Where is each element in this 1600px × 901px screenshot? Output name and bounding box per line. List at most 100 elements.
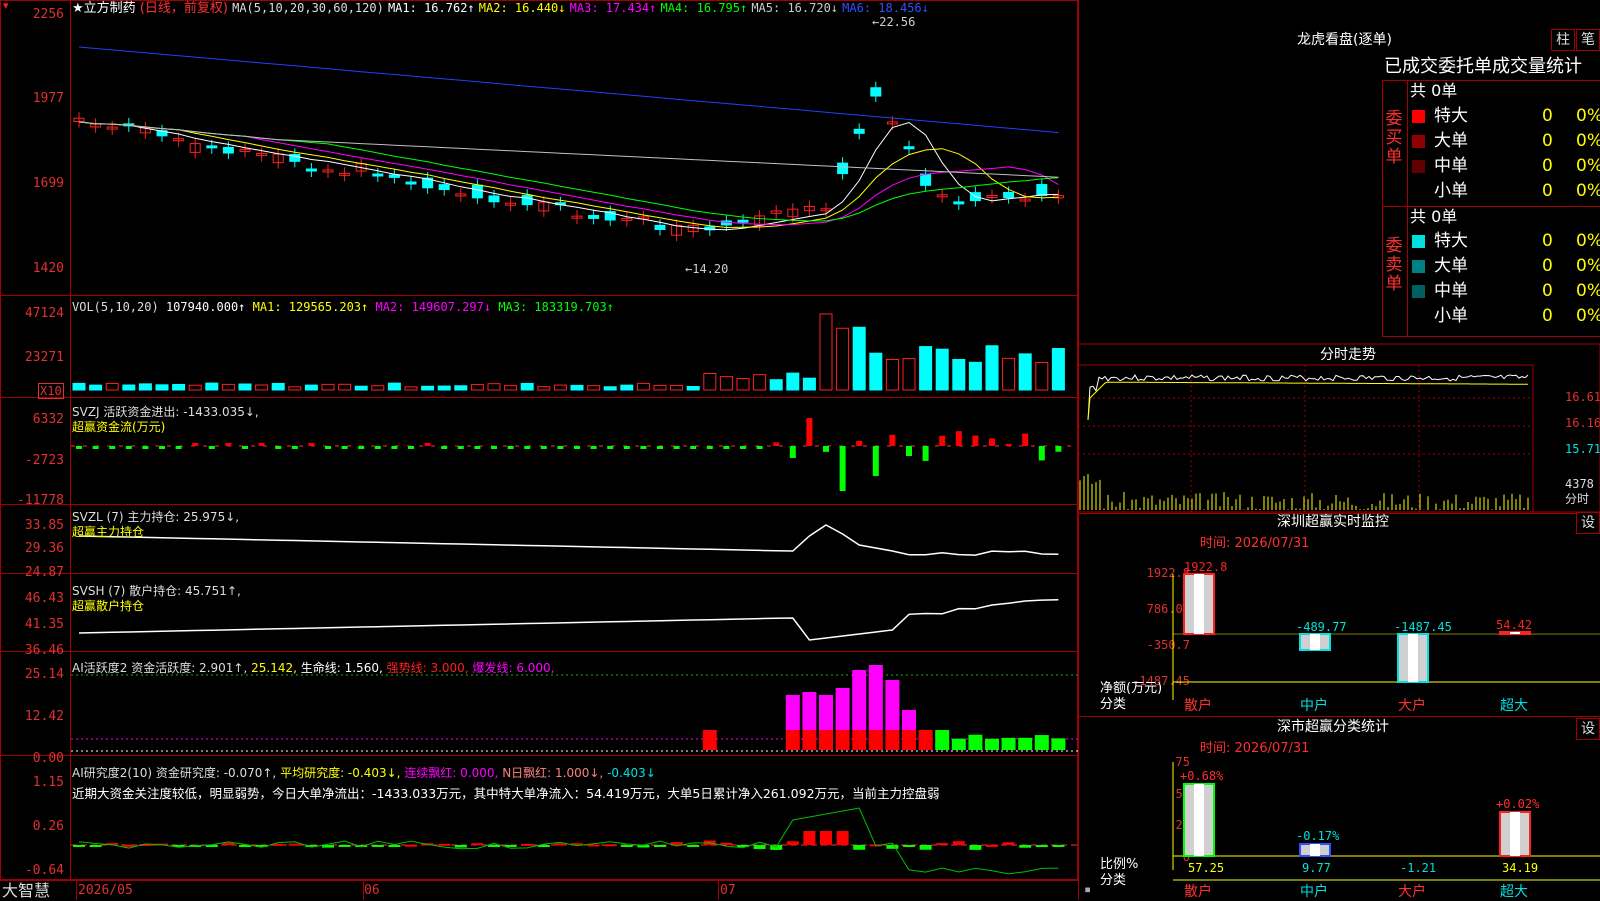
classify-value: 34.19 — [1502, 861, 1538, 875]
monitor-category: 散户 — [1184, 697, 1212, 714]
research-bar — [986, 844, 998, 847]
candle — [654, 224, 666, 230]
svzl-subtitle: 超赢主力持仓 — [72, 525, 145, 539]
volume-bar — [172, 383, 186, 391]
capital-flow-bar — [408, 446, 414, 449]
capital-flow-bar — [208, 446, 215, 449]
vol-value: 107940.000↑ — [165, 300, 246, 314]
minute-plot — [1078, 364, 1534, 513]
classify-category: 大户 — [1398, 883, 1426, 900]
candle — [488, 195, 500, 203]
monitor-value-label: 1922.8 — [1184, 560, 1227, 574]
candle — [737, 219, 749, 223]
capital-flow-bar — [756, 446, 763, 449]
ai1-name: AI活跃度2 资金活跃度: 2.901↑, — [72, 661, 248, 675]
monitor-bar-highlight — [1194, 574, 1204, 634]
research-bar — [488, 845, 500, 847]
volume-bar — [504, 385, 518, 391]
classify-bar-highlight — [1194, 784, 1204, 856]
candle — [438, 184, 450, 191]
y-label: -0.64 — [24, 863, 64, 878]
research-bar — [1019, 845, 1032, 848]
kline-mode[interactable]: (日线，前复权) — [140, 1, 228, 16]
research-bar — [471, 843, 484, 846]
classify-category: 超大 — [1500, 884, 1528, 900]
activity-bar — [968, 734, 983, 750]
capital-flow-bar — [623, 446, 630, 449]
monitor-category: 大户 — [1398, 697, 1426, 714]
research-bar — [1052, 845, 1065, 847]
capital-flow-bar — [275, 446, 282, 449]
volume-bar — [72, 382, 86, 391]
vol-ma3: MA3: 183319.703↑ — [498, 300, 614, 314]
volume-bar — [1051, 347, 1065, 391]
classify-pct-label: -0.17% — [1296, 829, 1340, 843]
ma-line — [78, 121, 1059, 226]
volume-bar — [271, 382, 285, 391]
stock-title[interactable]: ★立方制药 — [72, 1, 136, 16]
minute-frame — [1078, 343, 1600, 513]
volume-bar — [952, 358, 966, 391]
capital-flow-bar — [607, 446, 614, 449]
ma-line — [78, 121, 1059, 229]
candle — [222, 146, 234, 154]
research-bar — [903, 845, 915, 847]
candle — [853, 128, 865, 134]
y-label: 0.26 — [32, 819, 64, 834]
y-label: 12.42 — [24, 709, 64, 724]
research-bar — [73, 845, 85, 847]
monitor-category: 中户 — [1300, 697, 1328, 714]
volume-bar — [985, 345, 999, 391]
research-bar — [587, 844, 600, 847]
activity-bar — [802, 692, 817, 730]
research-bar — [952, 841, 965, 845]
brand-logo[interactable]: 大智慧 — [2, 882, 50, 900]
activity-bar — [702, 730, 717, 750]
research-bar — [753, 845, 766, 850]
activity-bar — [802, 730, 817, 750]
volume-bar — [221, 383, 235, 391]
ma-line — [78, 46, 1059, 134]
y-label: -11778 — [17, 493, 64, 508]
research-bar — [288, 843, 301, 846]
classify-bar-highlight — [1310, 844, 1320, 856]
research-bar — [820, 831, 832, 845]
volume-bar — [238, 383, 252, 391]
volume-bar — [703, 372, 717, 391]
monitor-bar-highlight — [1510, 632, 1520, 634]
candle — [920, 173, 932, 186]
y-label: -2723 — [24, 453, 64, 468]
svzl-title: SVZL (7) 主力持仓: 25.975↓, — [72, 510, 240, 524]
capital-flow-bar — [76, 446, 82, 449]
activity-bar — [835, 688, 850, 730]
volume-bar — [786, 372, 800, 391]
research-bar — [604, 844, 617, 847]
capital-flow-bar — [1055, 446, 1062, 452]
ai1-v5: 爆发线: 6.000, — [472, 661, 555, 675]
volume-bar — [354, 385, 368, 391]
capital-flow-bar — [856, 440, 863, 446]
capital-flow-bar — [341, 446, 348, 449]
y-label: 33.85 — [24, 518, 64, 533]
capital-flow-bar — [723, 446, 730, 449]
activity-bar — [951, 738, 966, 750]
activity-bar — [868, 665, 883, 730]
ai1-v4: 强势线: 3.000, — [386, 661, 469, 675]
volume-bar — [620, 384, 634, 391]
volume-bar — [836, 327, 850, 391]
activity-bar — [852, 670, 867, 730]
volume-bar — [570, 384, 584, 391]
ai1-v2: 25.142, — [251, 661, 297, 675]
research-bar — [886, 845, 899, 849]
capital-flow-bar — [906, 446, 912, 456]
volume-bar — [686, 385, 700, 391]
y-label: 1420 — [32, 261, 64, 276]
vol-unit: X10 — [38, 383, 64, 399]
ai2-v3: 连续飘红: 0.000, — [404, 766, 499, 780]
activity-bar — [985, 738, 999, 750]
capital-flow-bar — [491, 446, 497, 449]
ma-name: MA(5,10,20,30,60,120) — [232, 1, 384, 15]
activity-bar — [1034, 735, 1049, 750]
volume-bar — [968, 361, 982, 391]
candle — [521, 194, 533, 206]
